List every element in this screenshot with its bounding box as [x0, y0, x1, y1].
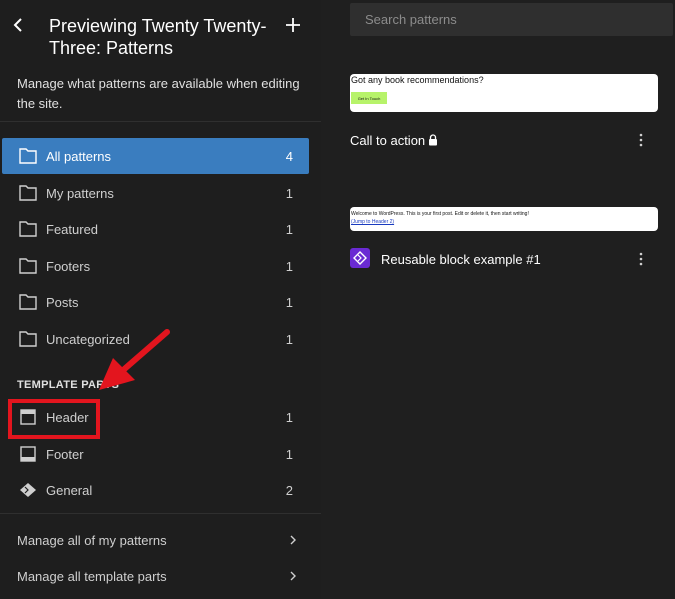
preview-text: Welcome to WordPress. This is your first… [351, 211, 529, 217]
category-featured[interactable]: Featured 1 [2, 211, 309, 247]
divider [0, 121, 321, 122]
category-label: Footers [46, 258, 91, 274]
category-count: 1 [285, 331, 293, 347]
page-title: Previewing Twenty Twenty-Three: Patterns [49, 16, 267, 58]
link-label: Manage all template parts [17, 569, 167, 584]
folder-icon [19, 331, 37, 347]
folder-icon [19, 221, 37, 237]
category-count: 1 [285, 294, 293, 310]
category-label: Posts [46, 294, 79, 310]
chevron-right-icon [290, 571, 296, 581]
template-part-label: Footer [46, 446, 84, 462]
pattern-preview-call-to-action[interactable]: Got any book recommendations? Get In Tou… [350, 74, 658, 112]
template-part-count: 1 [285, 446, 293, 462]
template-parts-heading: TEMPLATE PARTS [17, 379, 120, 391]
category-count: 1 [285, 221, 293, 237]
category-label: Featured [46, 221, 99, 237]
category-count: 1 [285, 258, 293, 274]
link-label: Manage all of my patterns [17, 533, 167, 548]
sidebar-description: Manage what patterns are available when … [17, 76, 300, 111]
block-diamond-icon [20, 483, 36, 497]
header-layout-icon [20, 409, 36, 425]
category-label: All patterns [46, 148, 112, 164]
template-part-label: General [46, 482, 93, 498]
manage-template-parts-link[interactable]: Manage all template parts [17, 567, 303, 587]
folder-icon [19, 185, 37, 201]
folder-icon [19, 294, 37, 310]
category-uncategorized[interactable]: Uncategorized 1 [2, 321, 309, 357]
preview-button: Get In Touch [351, 92, 387, 104]
template-part-label: Header [46, 409, 89, 425]
category-footers[interactable]: Footers 1 [2, 248, 309, 284]
manage-my-patterns-link[interactable]: Manage all of my patterns [17, 531, 303, 551]
reusable-block-icon [350, 248, 370, 268]
category-label: My patterns [46, 185, 114, 201]
template-part-general[interactable]: General 2 [2, 472, 309, 508]
pattern-preview-reusable-block[interactable]: Welcome to WordPress. This is your first… [350, 207, 658, 231]
more-options-icon[interactable] [636, 132, 646, 148]
preview-link: (Jump to Header 2) [351, 219, 395, 225]
footer-layout-icon [20, 446, 36, 462]
category-count: 4 [285, 148, 293, 164]
add-pattern-icon[interactable] [283, 15, 303, 35]
lock-icon [429, 134, 437, 146]
chevron-left-icon[interactable] [10, 14, 26, 36]
template-part-count: 2 [285, 482, 293, 498]
search-patterns[interactable] [350, 3, 673, 36]
folder-icon [19, 148, 37, 164]
category-all-patterns[interactable]: All patterns 4 [2, 138, 309, 174]
pattern-title[interactable]: Reusable block example #1 [381, 252, 541, 267]
category-count: 1 [285, 185, 293, 201]
divider [0, 513, 321, 514]
category-my-patterns[interactable]: My patterns 1 [2, 175, 309, 211]
sidebar: Previewing Twenty Twenty-Three: Patterns… [0, 0, 321, 599]
search-input[interactable] [350, 3, 673, 36]
template-part-footer[interactable]: Footer 1 [2, 436, 309, 472]
category-label: Uncategorized [46, 331, 130, 347]
more-options-icon[interactable] [636, 251, 646, 267]
chevron-right-icon [290, 535, 296, 545]
folder-icon [19, 258, 37, 274]
category-posts[interactable]: Posts 1 [2, 284, 309, 320]
pattern-title[interactable]: Call to action [350, 133, 425, 148]
preview-heading: Got any book recommendations? [351, 75, 484, 85]
template-part-header[interactable]: Header 1 [2, 399, 309, 435]
template-part-count: 1 [285, 409, 293, 425]
